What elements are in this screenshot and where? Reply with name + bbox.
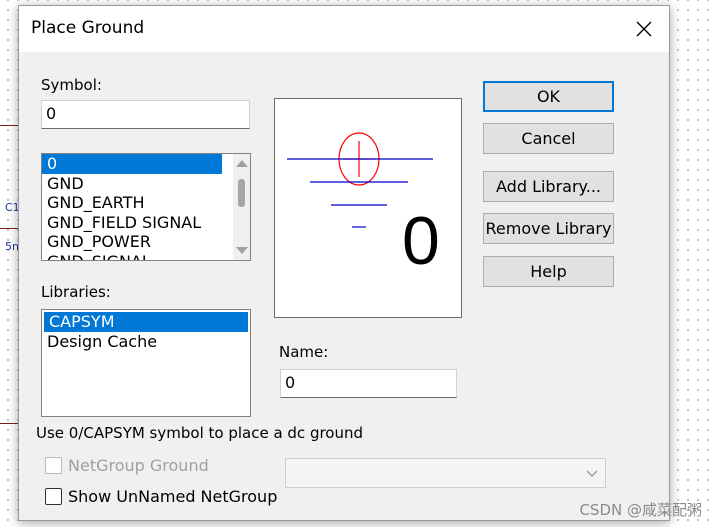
dialog-title: Place Ground	[31, 18, 145, 38]
close-button[interactable]	[625, 10, 663, 48]
cancel-button[interactable]: Cancel	[483, 123, 614, 154]
name-label: Name:	[279, 343, 329, 361]
scroll-down-icon[interactable]	[236, 247, 248, 254]
symbol-input[interactable]: 0	[41, 100, 250, 129]
help-button[interactable]: Help	[483, 256, 614, 287]
add-library-button[interactable]: Add Library...	[483, 171, 614, 202]
chevron-down-icon[interactable]	[585, 467, 599, 479]
symbol-list-item[interactable]: GND	[42, 174, 250, 194]
library-list-item[interactable]: Design Cache	[42, 332, 250, 352]
symbol-preview: 0	[274, 98, 462, 318]
place-ground-dialog: Place Ground Symbol: 0 0 GND GND_EARTH G…	[18, 5, 670, 521]
remove-library-button[interactable]: Remove Library	[483, 213, 614, 244]
netgroup-ground-checkbox[interactable]: NetGroup Ground	[45, 456, 209, 475]
scroll-thumb[interactable]	[238, 179, 245, 207]
schematic-value: 5n	[5, 240, 19, 253]
libraries-list[interactable]: CAPSYM Design Cache	[41, 309, 251, 417]
title-bar: Place Ground	[19, 6, 669, 52]
symbol-list-item[interactable]: GND_SIGNAL	[42, 252, 250, 261]
netgroup-ground-label: NetGroup Ground	[68, 456, 209, 475]
status-text: Use 0/CAPSYM symbol to place a dc ground	[36, 424, 364, 442]
scroll-up-icon[interactable]	[236, 160, 248, 167]
preview-symbol-name: 0	[402, 203, 440, 279]
show-unnamed-netgroup-label: Show UnNamed NetGroup	[68, 487, 278, 506]
checkbox-box[interactable]	[45, 457, 62, 474]
ok-button[interactable]: OK	[483, 81, 614, 112]
symbol-list-scrollbar[interactable]	[233, 154, 250, 260]
schematic-wire	[0, 423, 18, 424]
symbol-label: Symbol:	[41, 76, 102, 94]
libraries-label: Libraries:	[41, 283, 111, 301]
library-list-item[interactable]: CAPSYM	[44, 312, 248, 332]
checkbox-box[interactable]	[45, 488, 62, 505]
schematic-wire	[0, 125, 18, 126]
symbol-list-item[interactable]: 0	[42, 154, 222, 174]
show-unnamed-netgroup-checkbox[interactable]: Show UnNamed NetGroup	[45, 487, 277, 506]
symbol-list-item[interactable]: GND_FIELD SIGNAL	[42, 213, 250, 233]
netgroup-select[interactable]	[285, 458, 606, 488]
schematic-wire	[0, 228, 18, 229]
symbol-list-item[interactable]: GND_POWER	[42, 232, 250, 252]
symbol-list[interactable]: 0 GND GND_EARTH GND_FIELD SIGNAL GND_POW…	[41, 153, 251, 261]
name-input[interactable]: 0	[280, 369, 457, 398]
close-icon	[636, 21, 652, 37]
watermark: CSDN @咸菜配粥	[579, 501, 702, 519]
symbol-list-item[interactable]: GND_EARTH	[42, 193, 250, 213]
